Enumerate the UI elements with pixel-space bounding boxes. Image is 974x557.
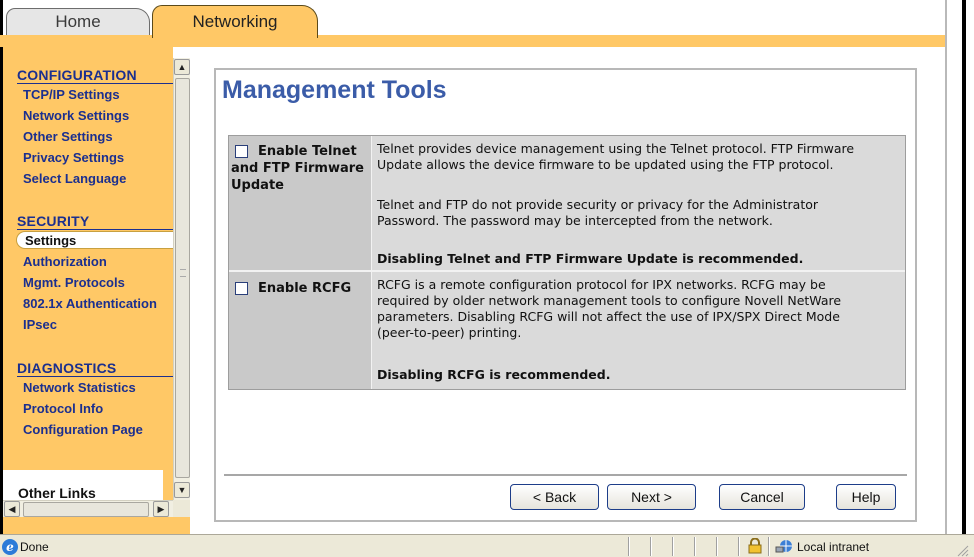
- sidebar-footer-band: [3, 517, 190, 534]
- scroll-left-arrow-icon[interactable]: ◀: [4, 501, 20, 517]
- description-line: parameters. Disabling RCFG will not affe…: [377, 309, 840, 324]
- sidebar-item-mgmt-protocols[interactable]: Mgmt. Protocols: [23, 275, 125, 290]
- sidebar-item-8021x-authentication[interactable]: 802.1x Authentication: [23, 296, 157, 311]
- sidebar-horizontal-scrollbar[interactable]: ◀ ▶: [3, 500, 173, 517]
- sidebar-item-other-settings[interactable]: Other Settings: [23, 129, 113, 144]
- sidebar-heading-configuration: CONFIGURATION: [17, 67, 173, 84]
- scroll-up-arrow-icon[interactable]: ▲: [174, 59, 190, 75]
- scroll-down-arrow-icon[interactable]: ▼: [174, 482, 190, 498]
- scroll-right-arrow-icon[interactable]: ▶: [153, 501, 169, 517]
- horizontal-scrollbar-thumb[interactable]: [23, 502, 149, 517]
- sidebar-item-protocol-info[interactable]: Protocol Info: [23, 401, 103, 416]
- description-line: Update allows the device firmware to be …: [377, 157, 834, 172]
- sidebar-vertical-scrollbar[interactable]: ▲ ▼: [173, 58, 190, 500]
- checkbox-enable-rcfg[interactable]: [235, 282, 248, 295]
- scrollbar-thumb[interactable]: [175, 78, 190, 478]
- status-divider: [672, 537, 674, 556]
- next-button[interactable]: Next >: [607, 484, 696, 510]
- scrollbar-grip-icon: [180, 269, 186, 277]
- sidebar-item-privacy-settings[interactable]: Privacy Settings: [23, 150, 124, 165]
- option-label-cell: Enable Telnet and FTP Firmware Update: [229, 136, 372, 270]
- sidebar-item-ipsec[interactable]: IPsec: [23, 317, 57, 332]
- back-button[interactable]: < Back: [510, 484, 599, 510]
- sidebar-item-network-settings[interactable]: Network Settings: [23, 108, 129, 123]
- sidebar-item-network-statistics[interactable]: Network Statistics: [23, 380, 136, 395]
- option-label-line: Enable RCFG: [258, 281, 352, 296]
- help-button[interactable]: Help: [836, 484, 896, 510]
- checkbox-enable-telnet-ftp[interactable]: [235, 145, 248, 158]
- button-separator: [224, 474, 907, 476]
- page-title: Management Tools: [222, 76, 447, 104]
- option-label-cell: Enable RCFG: [229, 272, 372, 389]
- status-divider: [628, 537, 630, 556]
- window-border-right: [945, 0, 974, 534]
- description-line: (peer-to-peer) printing.: [377, 325, 522, 340]
- window-border-right-dark: [962, 0, 966, 534]
- status-bar: e Done Local intranet: [0, 534, 974, 557]
- tab-bar-band: [0, 35, 945, 47]
- lock-icon: [748, 538, 762, 554]
- sidebar-item-tcpip-settings[interactable]: TCP/IP Settings: [23, 87, 120, 102]
- status-divider: [768, 537, 770, 556]
- recommendation-text: Disabling RCFG is recommended.: [377, 367, 611, 382]
- description-line: Password. The password may be intercepte…: [377, 213, 773, 228]
- tab-home[interactable]: Home: [6, 8, 150, 35]
- option-row-telnet-ftp: Enable Telnet and FTP Firmware Update Te…: [229, 136, 905, 270]
- sidebar-heading-diagnostics: DIAGNOSTICS: [17, 360, 173, 377]
- status-divider: [738, 537, 740, 556]
- cancel-button[interactable]: Cancel: [719, 484, 805, 510]
- option-label-line: Enable Telnet: [258, 144, 357, 159]
- option-label-line: and FTP Firmware: [231, 161, 364, 176]
- option-description-cell: RCFG is a remote configuration protocol …: [373, 272, 905, 389]
- page-icon: e: [2, 539, 18, 555]
- description-line: Telnet and FTP do not provide security o…: [377, 197, 819, 212]
- status-divider: [650, 537, 652, 556]
- sidebar-item-select-language[interactable]: Select Language: [23, 171, 126, 186]
- options-table: Enable Telnet and FTP Firmware Update Te…: [228, 135, 906, 390]
- other-links-heading[interactable]: Other Links: [18, 485, 96, 501]
- browser-window: Home Networking CONFIGURATION TCP/IP Set…: [0, 0, 974, 557]
- sidebar-item-settings[interactable]: Settings: [25, 233, 76, 248]
- sidebar-item-configuration-page[interactable]: Configuration Page: [23, 422, 143, 437]
- option-label-line: Update: [231, 178, 284, 193]
- option-row-rcfg: Enable RCFG RCFG is a remote configurati…: [229, 272, 905, 389]
- scrollbar-corner: [173, 500, 190, 517]
- resize-grip-icon[interactable]: [955, 543, 969, 557]
- sidebar-heading-security: SECURITY: [17, 213, 173, 230]
- status-divider: [694, 537, 696, 556]
- description-line: RCFG is a remote configuration protocol …: [377, 277, 826, 292]
- sidebar-item-authorization[interactable]: Authorization: [23, 254, 107, 269]
- description-line: required by older network management too…: [377, 293, 842, 308]
- description-line: Telnet provides device management using …: [377, 141, 855, 156]
- sidebar-nav: CONFIGURATION TCP/IP Settings Network Se…: [3, 47, 173, 500]
- security-zone-text: Local intranet: [797, 540, 870, 554]
- status-text: Done: [20, 540, 49, 554]
- recommendation-text: Disabling Telnet and FTP Firmware Update…: [377, 251, 804, 266]
- local-intranet-icon: [775, 540, 792, 553]
- option-description-cell: Telnet provides device management using …: [373, 136, 905, 270]
- status-divider: [716, 537, 718, 556]
- tab-networking[interactable]: Networking: [152, 5, 318, 38]
